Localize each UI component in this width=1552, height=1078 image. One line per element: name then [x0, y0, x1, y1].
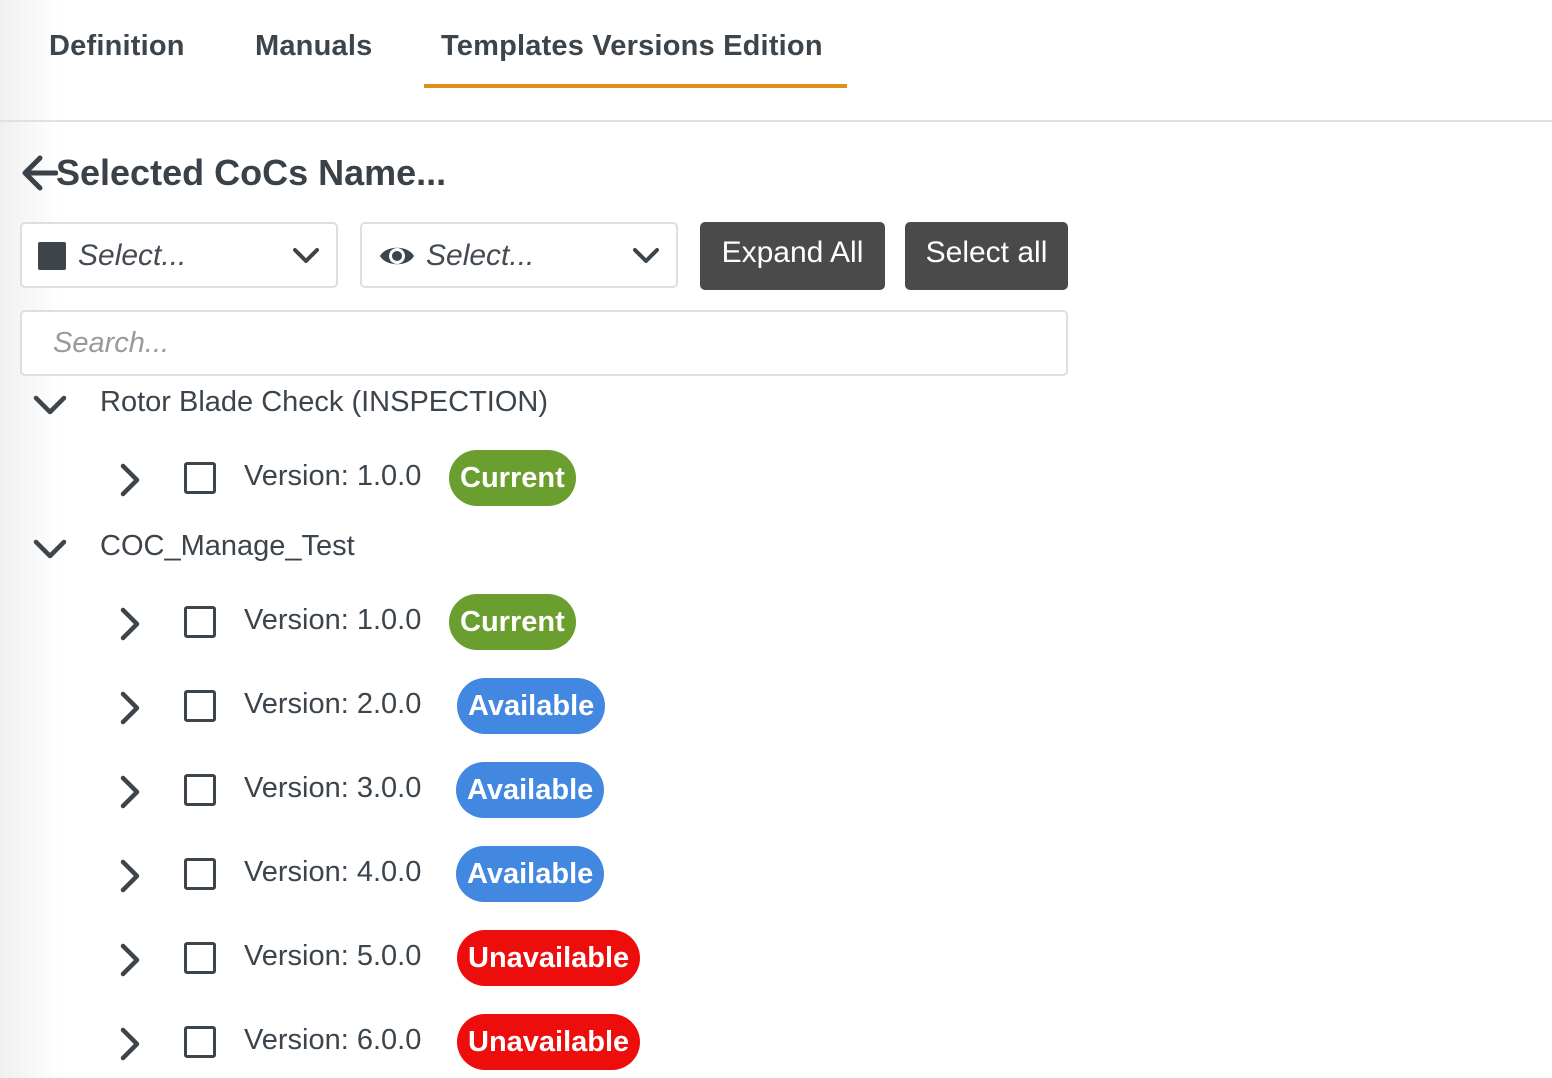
page-title: Selected CoCs Name... — [56, 152, 447, 193]
page: Definition Manuals Templates Versions Ed… — [0, 0, 1552, 1078]
version-checkbox[interactable] — [184, 462, 216, 494]
tree-group-label[interactable]: Rotor Blade Check (INSPECTION) — [100, 386, 548, 419]
tree-group-label[interactable]: COC_Manage_Test — [100, 530, 355, 563]
search-input[interactable] — [20, 310, 1068, 376]
tab-templates-versions-edition[interactable]: Templates Versions Edition — [441, 30, 823, 63]
status-badge: Current — [449, 450, 576, 506]
version-checkbox[interactable] — [184, 774, 216, 806]
active-tab-indicator — [424, 84, 847, 88]
version-label: Version: 4.0.0 — [244, 856, 422, 888]
arrow-left-icon[interactable] — [20, 154, 58, 192]
chevron-down-icon — [633, 248, 659, 263]
tab-bar: Definition Manuals Templates Versions Ed… — [0, 0, 1552, 122]
status-badge: Unavailable — [457, 1014, 641, 1070]
tab-definition[interactable]: Definition — [49, 30, 185, 63]
version-row: Version: 2.0.0 Available — [0, 678, 900, 738]
status-select[interactable]: Select... — [20, 222, 338, 288]
chevron-down-icon[interactable] — [32, 390, 68, 420]
select-all-button[interactable]: Select all — [905, 222, 1068, 290]
version-label: Version: 3.0.0 — [244, 772, 422, 804]
chevron-right-icon[interactable] — [118, 606, 142, 642]
chevron-right-icon[interactable] — [118, 942, 142, 978]
square-icon — [38, 242, 66, 270]
version-label: Version: 2.0.0 — [244, 688, 422, 720]
version-label: Version: 1.0.0 — [244, 604, 422, 636]
version-row: Version: 3.0.0 Available — [0, 762, 900, 822]
chevron-down-icon[interactable] — [32, 534, 68, 564]
chevron-right-icon[interactable] — [118, 774, 142, 810]
version-row: Version: 1.0.0 Current — [0, 450, 900, 510]
status-badge: Unavailable — [457, 930, 641, 986]
status-badge: Available — [456, 762, 605, 818]
version-checkbox[interactable] — [184, 606, 216, 638]
version-row: Version: 1.0.0 Current — [0, 594, 900, 654]
page-header: Selected CoCs Name... — [20, 148, 446, 198]
status-badge: Available — [457, 678, 606, 734]
version-checkbox[interactable] — [184, 858, 216, 890]
chevron-down-icon — [293, 248, 319, 263]
version-row: Version: 4.0.0 Available — [0, 846, 900, 906]
version-checkbox[interactable] — [184, 942, 216, 974]
chevron-right-icon[interactable] — [118, 858, 142, 894]
version-checkbox[interactable] — [184, 690, 216, 722]
tab-manuals[interactable]: Manuals — [255, 30, 372, 63]
version-row: Version: 5.0.0 Unavailable — [0, 930, 900, 990]
version-label: Version: 1.0.0 — [244, 460, 422, 492]
version-row: Version: 6.0.0 Unavailable — [0, 1014, 900, 1074]
eye-icon — [380, 247, 414, 265]
status-badge: Available — [456, 846, 605, 902]
visibility-select-value: Select... — [426, 239, 535, 272]
expand-all-button[interactable]: Expand All — [700, 222, 885, 290]
status-badge: Current — [449, 594, 576, 650]
visibility-select[interactable]: Select... — [360, 222, 678, 288]
version-label: Version: 6.0.0 — [244, 1024, 422, 1056]
chevron-right-icon[interactable] — [118, 690, 142, 726]
chevron-right-icon[interactable] — [118, 462, 142, 498]
version-checkbox[interactable] — [184, 1026, 216, 1058]
version-label: Version: 5.0.0 — [244, 940, 422, 972]
status-select-value: Select... — [78, 239, 187, 272]
chevron-right-icon[interactable] — [118, 1026, 142, 1062]
